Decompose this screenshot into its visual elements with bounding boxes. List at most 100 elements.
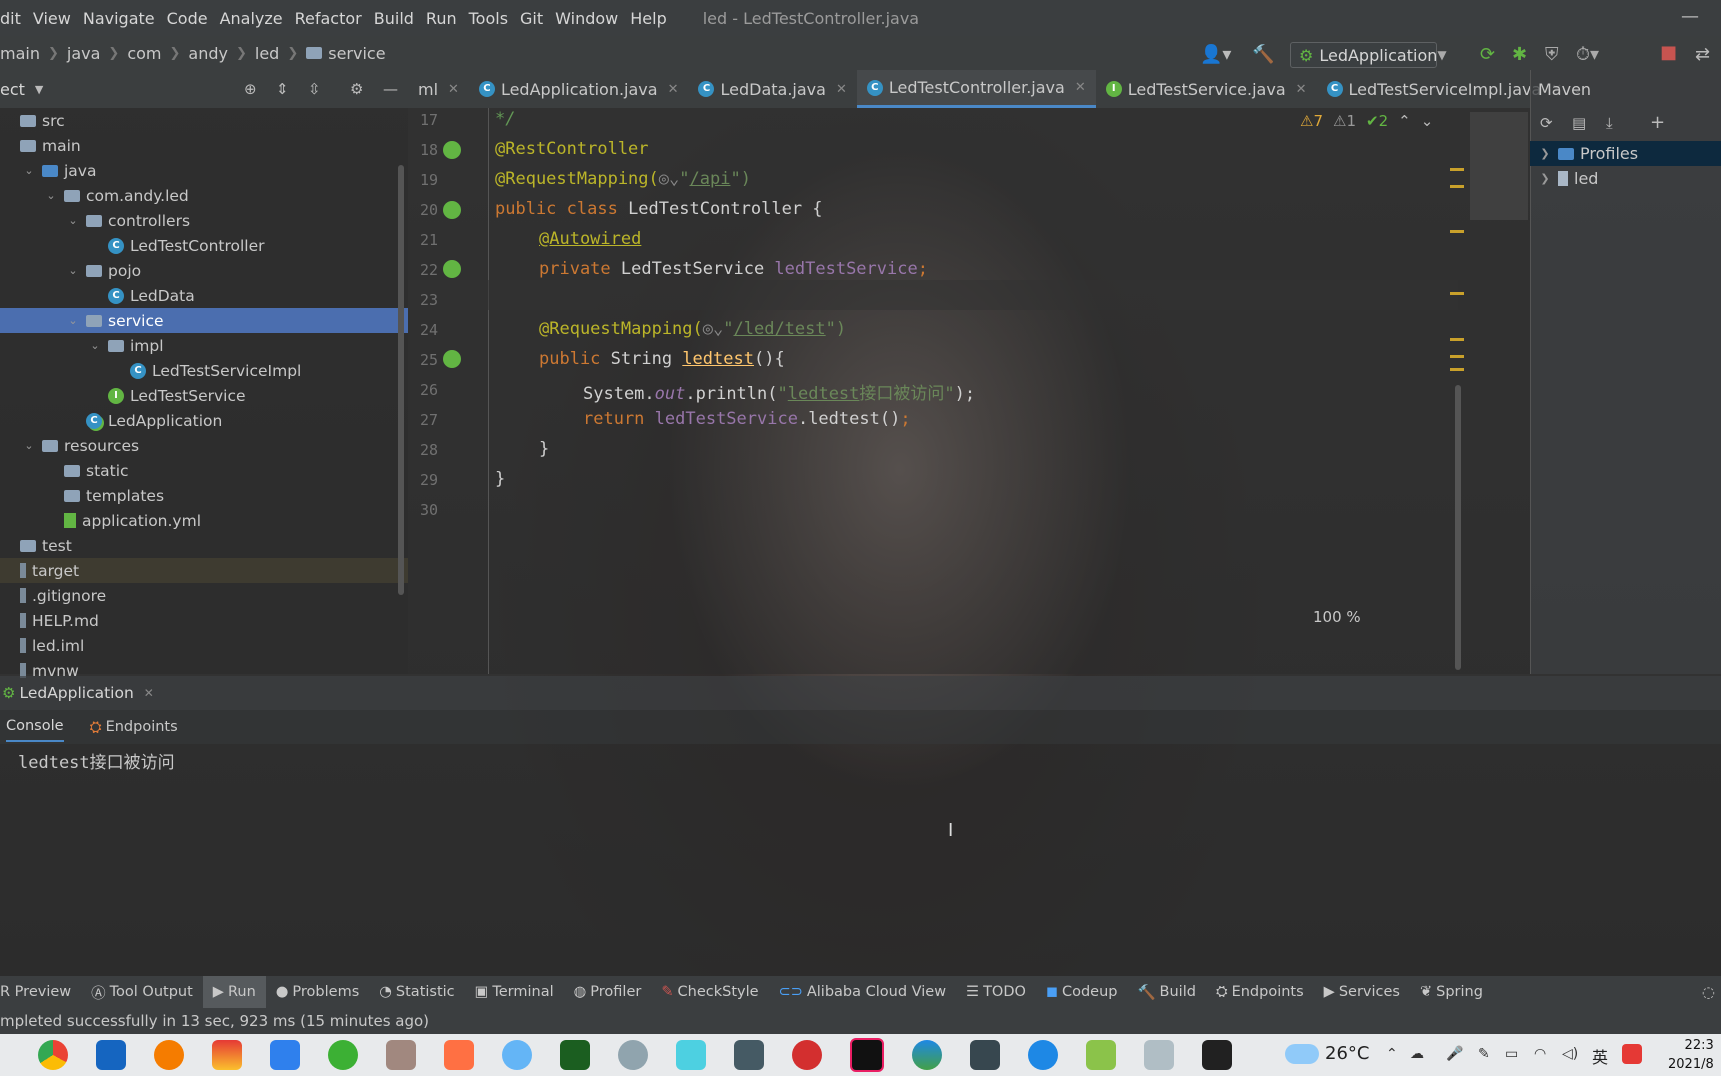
- tree-item[interactable]: src: [0, 108, 408, 133]
- tree-item[interactable]: C LedTestServiceImpl: [0, 358, 408, 383]
- tree-item[interactable]: .gitignore: [0, 583, 408, 608]
- close-icon[interactable]: ✕: [144, 686, 154, 700]
- error-stripe-mark[interactable]: [1450, 230, 1464, 233]
- android-icon[interactable]: [1086, 1040, 1116, 1070]
- tree-item[interactable]: ⌄ service: [0, 308, 408, 333]
- microphone-icon[interactable]: 🎤: [1446, 1046, 1463, 1062]
- tab-ledapplication[interactable]: C LedApplication.java ✕: [469, 70, 689, 108]
- input-method-indicator[interactable]: 英: [1592, 1044, 1608, 1068]
- menu-view[interactable]: View: [33, 9, 71, 28]
- tool-output[interactable]: Ⓐ Tool Output: [81, 976, 203, 1008]
- menu-run[interactable]: Run: [426, 9, 457, 28]
- onedrive-icon[interactable]: ☁: [1410, 1046, 1424, 1062]
- clion-icon[interactable]: [560, 1040, 590, 1070]
- weather-temperature[interactable]: 26°C: [1325, 1043, 1369, 1064]
- virtualbox-icon[interactable]: [970, 1040, 1000, 1070]
- chevron-down-icon[interactable]: ⌄: [66, 314, 80, 327]
- error-stripe-mark[interactable]: [1450, 292, 1464, 295]
- edit-icon[interactable]: ✎: [1478, 1046, 1490, 1062]
- run-configuration-select[interactable]: ⚙ LedApplication ▼: [1290, 42, 1447, 68]
- tree-item[interactable]: ⌄ controllers: [0, 208, 408, 233]
- spring-bean-icon[interactable]: [443, 141, 461, 159]
- close-icon[interactable]: ✕: [668, 82, 679, 97]
- tree-item[interactable]: main: [0, 133, 408, 158]
- tool-profiler[interactable]: ◍ Profiler: [564, 976, 652, 1008]
- console-output[interactable]: [0, 744, 1721, 976]
- chevron-down-icon[interactable]: ⌄: [66, 264, 80, 277]
- browser-icon[interactable]: [502, 1040, 532, 1070]
- close-icon[interactable]: ✕: [448, 82, 459, 97]
- menu-window[interactable]: Window: [555, 9, 618, 28]
- translate-icon[interactable]: ⇄: [1695, 44, 1710, 65]
- chevron-down-icon[interactable]: ⌄: [22, 164, 36, 177]
- breadcrumb-andy[interactable]: andy: [188, 44, 228, 63]
- tool-build[interactable]: 🔨 Build: [1127, 976, 1205, 1008]
- breadcrumb-led[interactable]: led: [255, 44, 279, 63]
- menu-navigate[interactable]: Navigate: [83, 9, 155, 28]
- menu-tools[interactable]: Tools: [469, 9, 508, 28]
- battery-icon[interactable]: ▭: [1505, 1046, 1518, 1062]
- status-message[interactable]: mpleted successfully in 13 sec, 923 ms (…: [0, 1012, 429, 1030]
- project-view-selector[interactable]: ect: [0, 80, 25, 99]
- tree-item[interactable]: ⌄ pojo: [0, 258, 408, 283]
- profile-icon[interactable]: ⏱▾: [1576, 44, 1599, 65]
- tab-ml[interactable]: ml ✕: [408, 70, 469, 108]
- tool-spring[interactable]: ❦ Spring: [1410, 976, 1493, 1008]
- menu-refactor[interactable]: Refactor: [295, 9, 362, 28]
- chevron-down-icon[interactable]: ⌄: [88, 339, 102, 352]
- hide-icon[interactable]: —: [383, 80, 398, 98]
- sogou-icon[interactable]: [1622, 1044, 1642, 1064]
- tool-alibaba-cloud-view[interactable]: ⊂⊃ Alibaba Cloud View: [769, 976, 957, 1008]
- intellij-icon[interactable]: [850, 1038, 884, 1072]
- maven-item-led[interactable]: ❯ led: [1530, 166, 1721, 191]
- tool-endpoints[interactable]: ⛭ Endpoints: [1206, 976, 1314, 1008]
- pet-icon[interactable]: [386, 1040, 416, 1070]
- close-icon[interactable]: ✕: [1296, 82, 1307, 97]
- file-icon[interactable]: [1144, 1040, 1174, 1070]
- breadcrumb-com[interactable]: com: [127, 44, 161, 63]
- settings-icon[interactable]: [1028, 1040, 1058, 1070]
- close-icon[interactable]: ✕: [1075, 80, 1086, 95]
- cloud-icon[interactable]: [1285, 1044, 1319, 1064]
- error-stripe-mark[interactable]: [1450, 168, 1464, 171]
- tool-checkstyle[interactable]: ✎ CheckStyle: [651, 976, 768, 1008]
- error-stripe-mark[interactable]: [1450, 355, 1464, 358]
- display-icon[interactable]: [734, 1040, 764, 1070]
- firefox-icon[interactable]: [154, 1040, 184, 1070]
- menu-build[interactable]: Build: [374, 9, 414, 28]
- red-app-icon[interactable]: [792, 1040, 822, 1070]
- editor-scrollbar[interactable]: [1455, 385, 1461, 670]
- coverage-icon[interactable]: ⛨: [1545, 44, 1559, 65]
- edge-icon[interactable]: [912, 1040, 942, 1070]
- chevron-down-icon[interactable]: ⌄: [1421, 112, 1434, 130]
- run-tab-ledapplication[interactable]: LedApplication: [19, 684, 133, 702]
- tree-item[interactable]: ⌄ com.andy.led: [0, 183, 408, 208]
- tree-item[interactable]: HELP.md: [0, 608, 408, 633]
- breadcrumb-java[interactable]: java: [67, 44, 101, 63]
- tray-chevron-icon[interactable]: ⌃: [1386, 1046, 1398, 1062]
- inspection-widget[interactable]: ⚠7 ⚠1 ✔2 ⌃ ⌄: [1300, 112, 1433, 130]
- notes-icon[interactable]: [270, 1040, 300, 1070]
- tool-run[interactable]: ▶ Run: [202, 976, 266, 1008]
- locate-icon[interactable]: ⊕: [244, 80, 257, 98]
- paper-plane-icon[interactable]: [444, 1040, 474, 1070]
- tab-console[interactable]: Console: [6, 712, 64, 742]
- collapse-all-icon[interactable]: ⇳: [308, 80, 321, 98]
- error-stripe-mark[interactable]: [1450, 338, 1464, 341]
- user-icon[interactable]: 👤▾: [1200, 44, 1231, 65]
- tool-statistic[interactable]: ◔ Statistic: [369, 976, 464, 1008]
- tool-terminal[interactable]: ▣ Terminal: [465, 976, 564, 1008]
- tool-preview[interactable]: R Preview: [0, 976, 81, 1008]
- stop-icon[interactable]: ■: [1660, 42, 1677, 63]
- chevron-down-icon[interactable]: ▼: [35, 83, 43, 96]
- tree-item[interactable]: application.yml: [0, 508, 408, 533]
- error-stripe-mark[interactable]: [1450, 368, 1464, 371]
- menu-code[interactable]: Code: [167, 9, 208, 28]
- tree-item[interactable]: static: [0, 458, 408, 483]
- app-icon[interactable]: [212, 1040, 242, 1070]
- tree-item[interactable]: led.iml: [0, 633, 408, 658]
- tree-item[interactable]: C LedApplication: [0, 408, 408, 433]
- tab-ledtestcontroller[interactable]: C LedTestController.java ✕: [856, 70, 1096, 108]
- menu-git[interactable]: Git: [520, 9, 543, 28]
- tree-item[interactable]: ⌄ resources: [0, 433, 408, 458]
